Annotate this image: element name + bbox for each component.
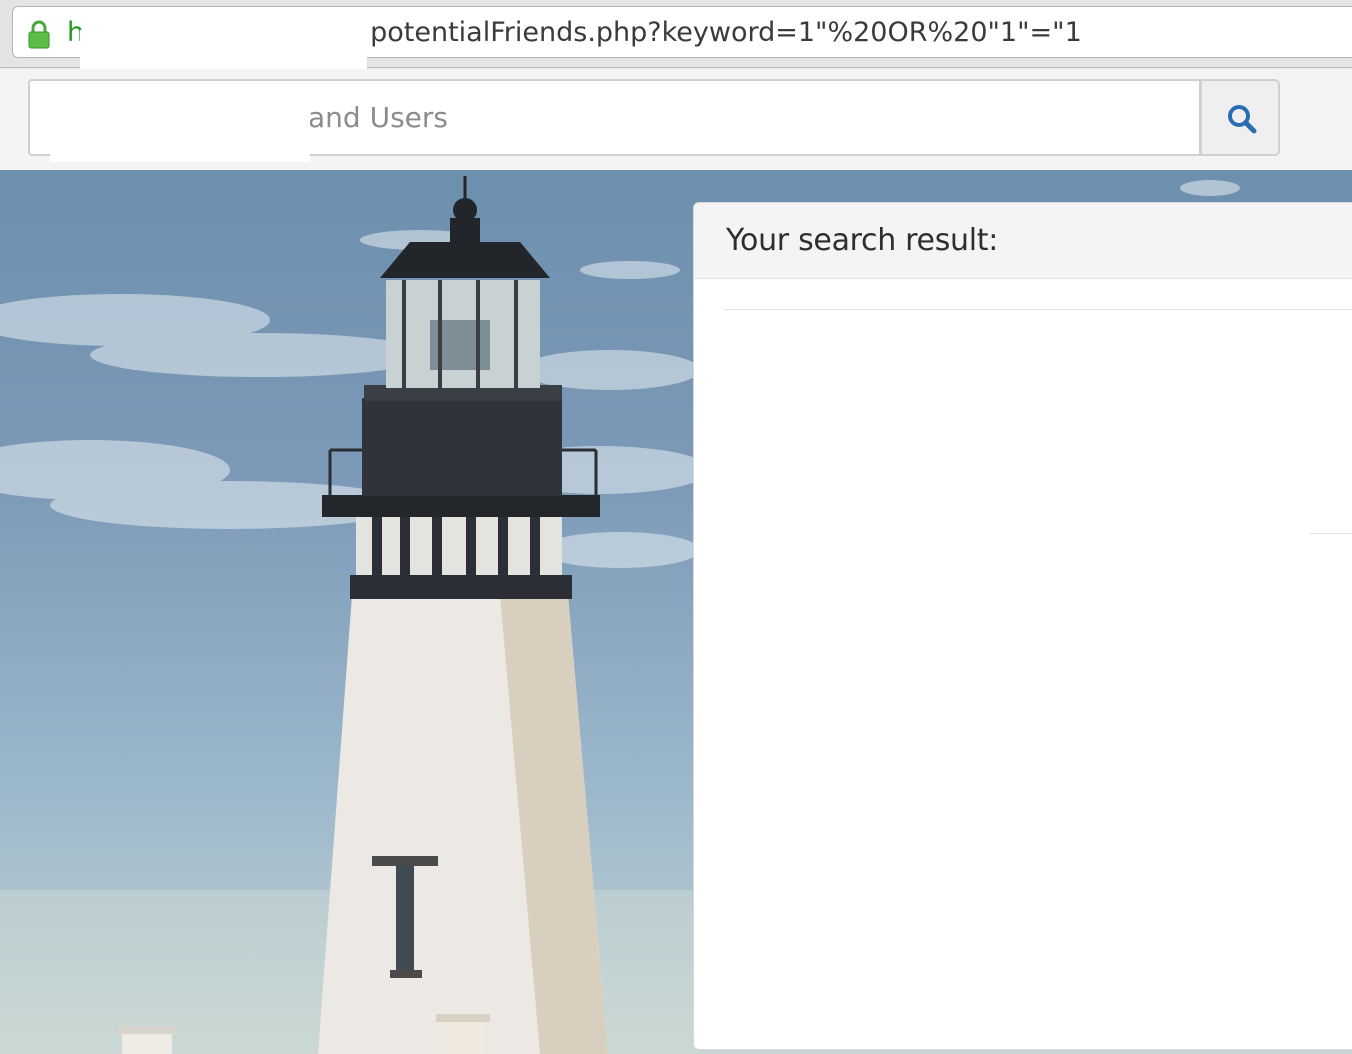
redaction-block (80, 30, 367, 74)
search-icon (1228, 105, 1257, 134)
divider (1310, 533, 1352, 534)
search-placeholder-text: and Users (308, 101, 448, 134)
divider (724, 309, 1352, 310)
lock-icon (28, 20, 50, 49)
search-result-panel: Your search result: (693, 202, 1352, 1050)
search-button[interactable] (1200, 79, 1280, 156)
url-path: potentialFriends.php?keyword=1"%20OR%20"… (370, 17, 1082, 48)
result-title: Your search result: (726, 223, 999, 258)
browser-toolbar: h potentialFriends.php?keyword=1"%20OR%20… (0, 0, 1352, 74)
redaction-block (50, 90, 310, 162)
result-panel-header: Your search result: (694, 203, 1352, 279)
